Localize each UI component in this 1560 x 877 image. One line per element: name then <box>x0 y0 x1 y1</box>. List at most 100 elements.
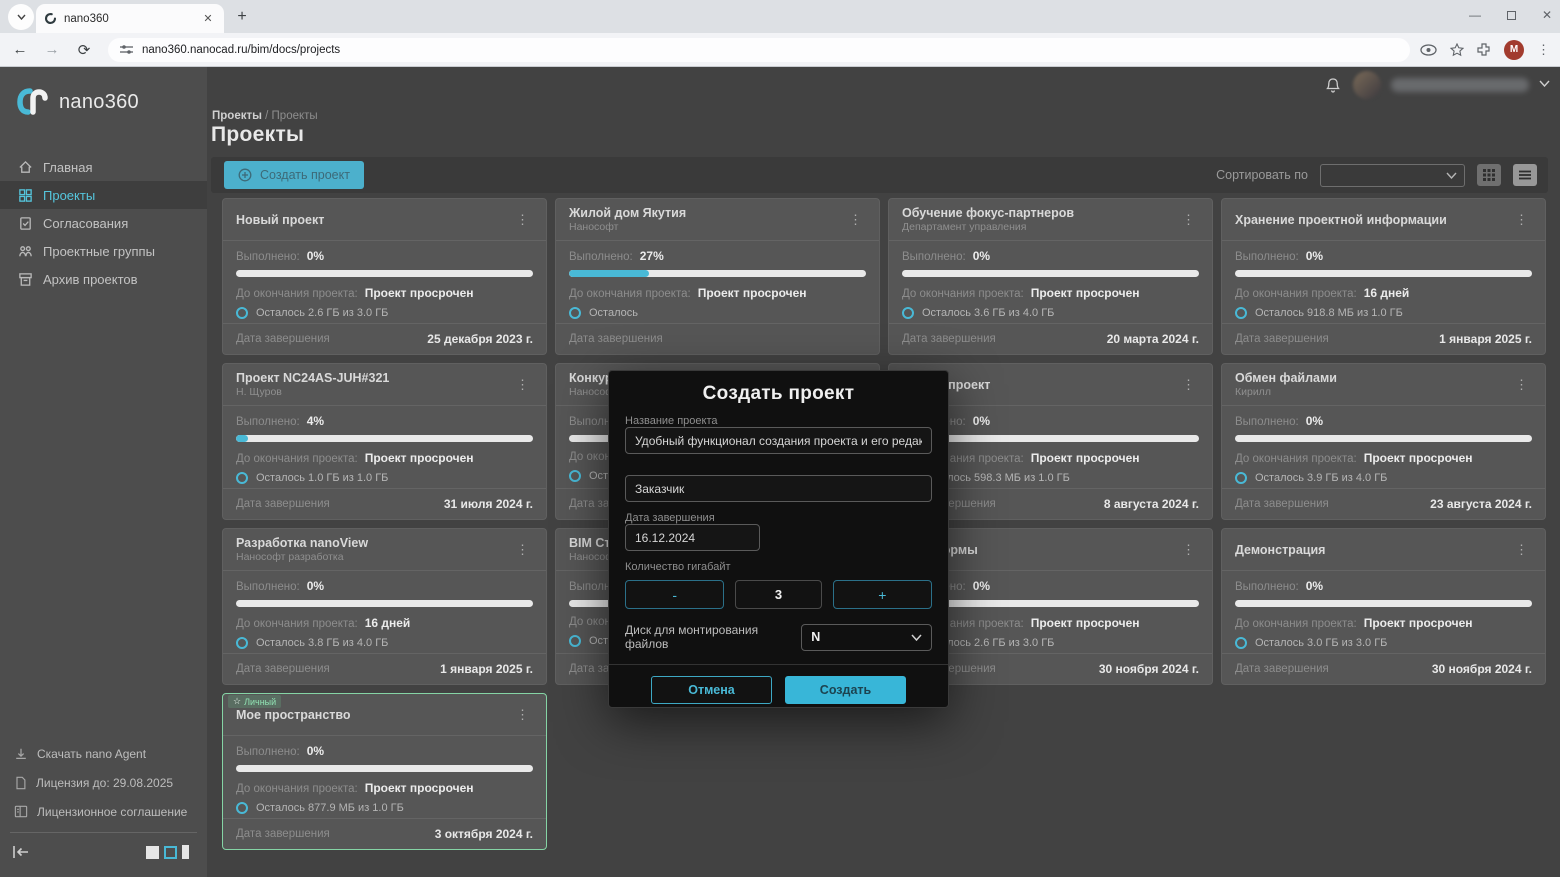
notifications-bell-icon[interactable] <box>1325 77 1341 94</box>
progress-label: Выполнено: <box>236 581 300 593</box>
card-menu-icon[interactable]: ⋮ <box>1178 540 1199 560</box>
side-link-label: Скачать nano Agent <box>37 747 146 761</box>
logo: nano360 <box>0 67 207 139</box>
completion-date-input[interactable] <box>625 524 760 551</box>
gigabytes-label: Количество гигабайт <box>625 561 932 573</box>
progress-label: Выполнено: <box>236 416 300 428</box>
extensions-puzzle-icon[interactable] <box>1477 43 1491 57</box>
browser-profile-avatar[interactable]: M <box>1504 40 1524 60</box>
create-project-label: Создать проект <box>260 168 350 182</box>
home-icon <box>18 160 33 175</box>
project-card[interactable]: Демонстрация ⋮ Выполнено: 0% До окончани… <box>1221 528 1546 685</box>
card-menu-icon[interactable]: ⋮ <box>1511 540 1532 560</box>
card-menu-icon[interactable]: ⋮ <box>512 540 533 560</box>
grid-view-button[interactable] <box>1477 164 1501 186</box>
window-close-button[interactable]: ✕ <box>1542 8 1552 22</box>
user-menu-chevron-icon[interactable] <box>1539 80 1550 87</box>
card-menu-icon[interactable]: ⋮ <box>845 210 866 230</box>
browser-menu-icon[interactable]: ⋮ <box>1537 42 1550 58</box>
new-tab-button[interactable]: + <box>230 5 254 29</box>
sort-by-select[interactable] <box>1320 164 1465 187</box>
forward-button[interactable]: → <box>40 38 64 62</box>
progress-bar <box>1235 435 1532 442</box>
card-menu-icon[interactable]: ⋮ <box>1511 210 1532 230</box>
create-project-button[interactable]: Создать проект <box>224 161 364 189</box>
tab-search-button[interactable] <box>8 4 34 30</box>
url-bar[interactable]: nano360.nanocad.ru/bim/docs/projects <box>108 38 1410 62</box>
project-card[interactable]: Новый проект ⋮ Выполнено: 0% До окончани… <box>222 198 547 355</box>
sidebar-item-archive[interactable]: Архив проектов <box>0 265 207 293</box>
gigabytes-plus-button[interactable]: + <box>833 580 932 609</box>
list-view-button[interactable] <box>1513 164 1537 186</box>
sidebar-item-home[interactable]: Главная <box>0 153 207 181</box>
browser-tab[interactable]: nano360 ✕ <box>36 4 224 33</box>
bookmark-star-icon[interactable] <box>1450 43 1464 57</box>
license-until-link[interactable]: Лицензия до: 29.08.2025 <box>0 768 207 797</box>
view-indicator-square-1[interactable] <box>146 846 159 859</box>
tab-close-icon[interactable]: ✕ <box>200 11 216 27</box>
modal-create-button[interactable]: Создать <box>785 676 906 704</box>
card-menu-icon[interactable]: ⋮ <box>512 375 533 395</box>
date-value: 30 ноября 2024 г. <box>1099 662 1199 676</box>
gigabytes-minus-button[interactable]: - <box>625 580 724 609</box>
sidebar-item-approvals[interactable]: Согласования <box>0 209 207 237</box>
progress-value: 0% <box>1306 414 1323 428</box>
project-card[interactable]: Проект NC24AS-JUH#321 Н. Щуров ⋮ Выполне… <box>222 363 547 520</box>
user-name-redacted[interactable] <box>1391 78 1529 92</box>
window-minimize-button[interactable]: — <box>1469 8 1481 22</box>
projects-icon <box>18 188 33 203</box>
date-value: 3 октября 2024 г. <box>435 827 533 841</box>
card-menu-icon[interactable]: ⋮ <box>512 705 533 725</box>
side-link-label: Лицензионное соглашение <box>37 805 187 819</box>
cancel-button[interactable]: Отмена <box>651 676 772 704</box>
user-avatar[interactable] <box>1353 71 1381 99</box>
project-card[interactable]: Обмен файлами Кирилл ⋮ Выполнено: 0% До … <box>1221 363 1546 520</box>
card-menu-icon[interactable]: ⋮ <box>1511 375 1532 395</box>
window-maximize-button[interactable] <box>1507 11 1516 20</box>
progress-value: 0% <box>973 249 990 263</box>
storage-ring-icon <box>569 635 581 647</box>
view-indicator-square-2[interactable] <box>164 846 177 859</box>
project-card[interactable]: Жилой дом Якутия Нанософт ⋮ Выполнено: 2… <box>555 198 880 355</box>
breadcrumb-separator: / <box>265 110 268 122</box>
reload-button[interactable]: ⟳ <box>72 38 96 62</box>
date-label: Дата завершения <box>902 333 996 345</box>
collapse-left-icon <box>12 845 30 859</box>
sidebar-item-project-groups[interactable]: Проектные группы <box>0 237 207 265</box>
breadcrumb-current: Проекты <box>272 110 318 122</box>
view-indicator-square-3[interactable] <box>182 845 189 859</box>
project-card[interactable]: ☆ Личный Мое пространство ⋮ Выполнено: 0… <box>222 693 547 850</box>
remaining-text: Осталось 1.0 ГБ из 1.0 ГБ <box>256 472 388 484</box>
chevron-down-icon <box>1446 172 1457 179</box>
sort-by-label: Сортировать по <box>1216 168 1308 182</box>
project-card[interactable]: Хранение проектной информации ⋮ Выполнен… <box>1221 198 1546 355</box>
password-eye-icon[interactable] <box>1420 44 1437 56</box>
project-card[interactable]: Разработка nanoView Нанософт разработка … <box>222 528 547 685</box>
card-menu-icon[interactable]: ⋮ <box>1178 375 1199 395</box>
remaining-text: Осталось 2.6 ГБ из 3.0 ГБ <box>256 307 388 319</box>
storage-ring-icon <box>236 802 248 814</box>
project-card[interactable]: Обучение фокус-партнеров Департамент упр… <box>888 198 1213 355</box>
progress-label: Выполнено: <box>569 251 633 263</box>
deadline-value: Проект просрочен <box>1364 451 1473 465</box>
disk-mount-select[interactable]: N <box>801 624 932 651</box>
sidebar-item-projects[interactable]: Проекты <box>0 181 207 209</box>
back-button[interactable]: ← <box>8 38 32 62</box>
download-nano-agent-link[interactable]: Скачать nano Agent <box>0 739 207 768</box>
modal-divider <box>609 664 948 665</box>
license-agreement-link[interactable]: Лицензионное соглашение <box>0 797 207 826</box>
breadcrumb-projects[interactable]: Проекты <box>212 110 262 122</box>
progress-value: 0% <box>1306 249 1323 263</box>
date-label: Дата завершения <box>1235 498 1329 510</box>
grid-view-icon <box>1483 169 1495 181</box>
customer-input[interactable] <box>625 475 932 502</box>
date-value: 25 декабря 2023 г. <box>427 332 533 346</box>
archive-icon <box>18 272 33 287</box>
card-menu-icon[interactable]: ⋮ <box>1178 210 1199 230</box>
sidebar-collapse-button[interactable] <box>12 845 30 859</box>
remaining-text: Осталось 3.9 ГБ из 4.0 ГБ <box>1255 472 1387 484</box>
project-title: Хранение проектной информации <box>1235 213 1511 227</box>
card-menu-icon[interactable]: ⋮ <box>512 210 533 230</box>
project-name-input[interactable] <box>625 427 932 454</box>
project-title: Новый проект <box>236 213 512 227</box>
